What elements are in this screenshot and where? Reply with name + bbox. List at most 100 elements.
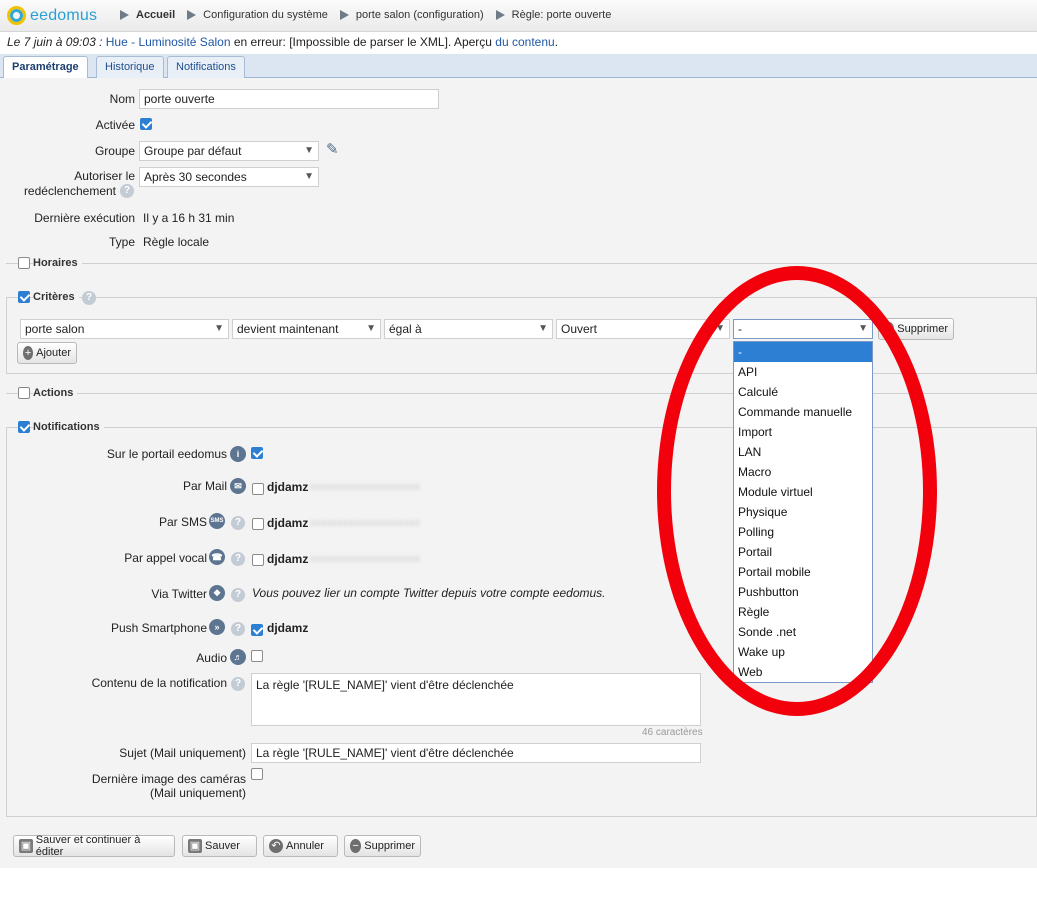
help-icon[interactable]: ? (231, 552, 245, 566)
arrow-right-icon (187, 10, 197, 20)
horaires-title: Horaires (33, 257, 82, 269)
twitter-label: Via Twitter (151, 587, 207, 601)
tab-notifications[interactable]: Notifications (167, 56, 245, 78)
help-icon[interactable]: ? (231, 588, 245, 602)
mail-user: djdamz (267, 480, 309, 494)
dropdown-option[interactable]: Calculé (734, 382, 872, 402)
dropdown-option[interactable]: Portail mobile (734, 562, 872, 582)
mail-label: Par Mail (182, 479, 227, 493)
push-label: Push Smartphone (110, 621, 207, 635)
vocal-label: Par appel vocal (124, 551, 207, 565)
plus-circle-icon: + (23, 346, 34, 360)
contenu-label: Contenu de la notification (91, 676, 227, 690)
mail-address-blurred: xxxxxxxxxxxxxxxxxxxx (310, 481, 420, 493)
dropdown-option[interactable]: Web (734, 662, 872, 682)
dropdown-option[interactable]: Import (734, 422, 872, 442)
dropdown-option[interactable]: LAN (734, 442, 872, 462)
speaker-icon: ♬ (230, 649, 246, 665)
sujet-label: Sujet (Mail uniquement) (119, 746, 246, 760)
type-value: Règle locale (143, 235, 210, 249)
help-icon[interactable]: ? (231, 622, 245, 636)
logo-text: eedomus (30, 6, 98, 24)
arrow-right-icon (495, 10, 505, 20)
chevron-down-icon: ▼ (715, 323, 725, 334)
tab-historique[interactable]: Historique (96, 56, 164, 78)
dropdown-option[interactable]: Portail (734, 542, 872, 562)
portail-checkbox[interactable] (251, 447, 263, 459)
horaires-checkbox[interactable] (18, 257, 30, 269)
nom-input[interactable] (139, 89, 439, 109)
activee-checkbox[interactable] (140, 118, 152, 130)
floppy-icon: ▣ (19, 839, 33, 853)
breadcrumb-item-device[interactable]: porte salon (configuration) (339, 9, 484, 21)
dropdown-option[interactable]: - (734, 342, 872, 362)
sms-number-blurred: xxxxxxxxxxxxxxxxxxxx (310, 517, 420, 529)
breadcrumb-item-config[interactable]: Configuration du système (187, 9, 328, 21)
source-dropdown-list[interactable]: - API Calculé Commande manuelle Import LAN Mac… (733, 341, 873, 683)
image-checkbox[interactable] (251, 768, 263, 780)
dropdown-option[interactable]: API (734, 362, 872, 382)
twitter-text: Vous pouvez lier un compte Twitter depui… (252, 586, 606, 600)
criteria-condition-select[interactable]: devient maintenant ▼ (232, 319, 381, 339)
image-label-2: (Mail uniquement) (149, 786, 246, 800)
criteria-device-select[interactable]: porte salon ▼ (20, 319, 229, 339)
groupe-label: Groupe (94, 144, 135, 158)
dropdown-option[interactable]: Physique (734, 502, 872, 522)
floppy-icon: ▣ (188, 839, 202, 853)
derniere-execution-label: Dernière exécution (34, 211, 135, 225)
sms-label: Par SMS (158, 515, 207, 529)
push-checkbox[interactable] (251, 624, 263, 636)
error-device-link[interactable]: Hue - Luminosité Salon (106, 35, 231, 49)
logo-ring-icon (7, 6, 26, 25)
criteria-add-button[interactable]: + Ajouter (17, 342, 77, 364)
cancel-button[interactable]: ↶ Annuler (263, 835, 338, 857)
dropdown-option[interactable]: Macro (734, 462, 872, 482)
delete-button[interactable]: − Supprimer (344, 835, 421, 857)
vocal-checkbox[interactable] (252, 554, 264, 566)
character-counter: 46 caractères (642, 727, 703, 738)
autoriser-select[interactable]: Après 30 secondes ▼ (139, 167, 319, 187)
dropdown-option[interactable]: Wake up (734, 642, 872, 662)
audio-checkbox[interactable] (251, 650, 263, 662)
breadcrumb-item-accueil[interactable]: Accueil (120, 9, 175, 21)
pencil-icon[interactable]: ✎ (326, 140, 339, 158)
criteria-operator-select[interactable]: égal à ▼ (384, 319, 553, 339)
mail-icon: ✉ (230, 478, 246, 494)
actions-checkbox[interactable] (18, 387, 30, 399)
criteria-value-select[interactable]: Ouvert ▼ (556, 319, 730, 339)
dropdown-option[interactable]: Commande manuelle (734, 402, 872, 422)
dropdown-option[interactable]: Pushbutton (734, 582, 872, 602)
breadcrumb: Accueil Configuration du système porte s… (120, 9, 623, 21)
help-icon[interactable]: ? (120, 184, 134, 198)
save-button[interactable]: ▣ Sauver (182, 835, 257, 857)
push-icon: » (209, 619, 225, 635)
top-bar: eedomus Accueil Configuration du système… (0, 0, 1037, 32)
chevron-down-icon: ▼ (214, 323, 224, 334)
help-icon[interactable]: ? (231, 677, 245, 691)
help-icon[interactable]: ? (231, 516, 245, 530)
tab-parametrage[interactable]: Paramétrage (3, 56, 88, 79)
dropdown-option[interactable]: Sonde .net (734, 622, 872, 642)
info-icon: i (230, 446, 246, 462)
dropdown-option[interactable]: Module virtuel (734, 482, 872, 502)
sujet-input[interactable] (251, 743, 701, 763)
sms-checkbox[interactable] (252, 518, 264, 530)
save-continue-button[interactable]: ▣ Sauver et continuer à éditer (13, 834, 175, 858)
dropdown-option[interactable]: Polling (734, 522, 872, 542)
error-content-link[interactable]: du contenu (495, 35, 554, 49)
criteria-delete-button[interactable]: − Supprimer (878, 318, 954, 340)
mail-checkbox[interactable] (252, 483, 264, 495)
portail-label: Sur le portail eedomus (106, 447, 227, 461)
contenu-textarea[interactable]: La règle '[RULE_NAME]' vient d'être décl… (251, 673, 701, 726)
undo-icon: ↶ (269, 839, 283, 853)
actions-title: Actions (33, 387, 78, 399)
twitter-icon: ❖ (209, 585, 225, 601)
eedomus-logo[interactable]: eedomus (7, 6, 97, 25)
groupe-select[interactable]: Groupe par défaut ▼ (139, 141, 319, 161)
chevron-down-icon: ▼ (304, 145, 314, 156)
minus-circle-icon: − (350, 839, 362, 853)
phone-icon: ☎ (209, 549, 225, 565)
dropdown-option[interactable]: Règle (734, 602, 872, 622)
arrow-right-icon (339, 10, 349, 20)
criteria-source-select[interactable]: - ▼ (733, 319, 873, 339)
